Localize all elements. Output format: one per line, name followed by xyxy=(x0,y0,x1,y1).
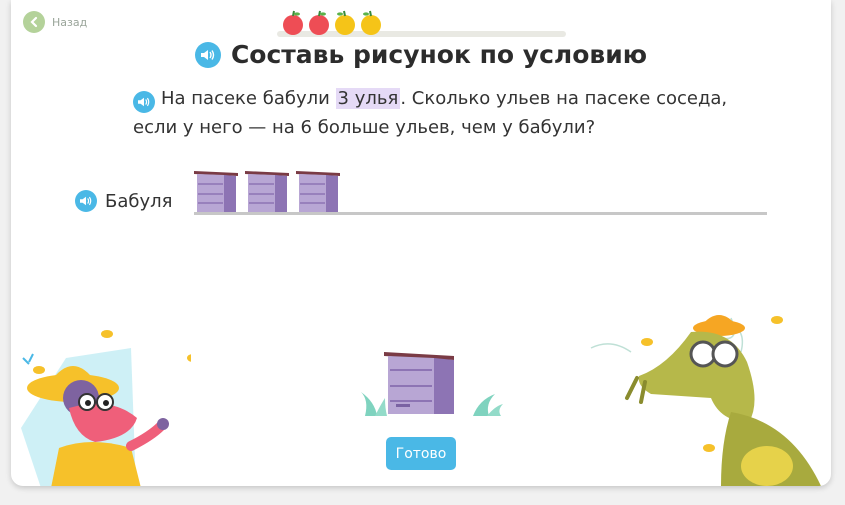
page-title: Составь рисунок по условию xyxy=(230,40,648,69)
title-row: Составь рисунок по условию xyxy=(11,40,831,69)
speaker-icon[interactable] xyxy=(133,91,155,113)
back-button[interactable]: Назад xyxy=(23,11,87,33)
apple-icon xyxy=(283,10,303,35)
row-label-text: Бабуля xyxy=(105,190,173,212)
crocodile-character xyxy=(590,315,821,486)
progress-fruits xyxy=(281,10,383,36)
lemon-icon xyxy=(361,10,381,35)
grandma-row-label: Бабуля xyxy=(75,190,172,212)
task-card: Назад Составь рисунок по условию На пасе… xyxy=(11,0,831,486)
back-label: Назад xyxy=(52,15,88,29)
apple-icon xyxy=(309,10,329,35)
draggable-hive[interactable] xyxy=(382,346,458,416)
hive-icon[interactable] xyxy=(245,169,289,212)
done-button[interactable]: Готово xyxy=(386,437,456,470)
task-condition: На пасеке бабули 3 улья. Сколько ульев н… xyxy=(133,84,753,142)
chevron-left-icon xyxy=(23,11,45,33)
hive-row xyxy=(194,169,340,212)
condition-text: На пасеке бабули xyxy=(161,88,336,109)
speaker-icon[interactable] xyxy=(194,41,221,68)
beekeeper-character xyxy=(21,330,191,486)
condition-highlight: 3 улья xyxy=(335,88,401,109)
hive-icon[interactable] xyxy=(194,169,238,212)
speaker-icon[interactable] xyxy=(75,190,97,212)
hive-icon[interactable] xyxy=(296,169,340,212)
row-baseline xyxy=(194,212,767,215)
lemon-icon xyxy=(335,10,355,35)
